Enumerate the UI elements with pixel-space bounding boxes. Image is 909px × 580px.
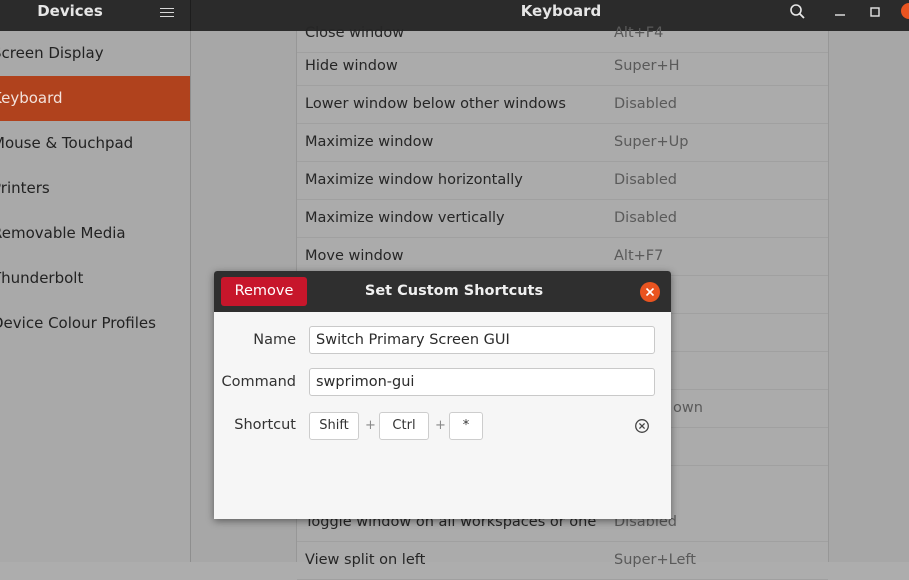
- shortcut-name: Lower window below other windows: [305, 96, 566, 112]
- sidebar-item-device-colour-profiles[interactable]: Device Colour Profiles: [0, 301, 190, 346]
- menu-icon[interactable]: [160, 5, 174, 19]
- sidebar-item-keyboard[interactable]: Keyboard: [0, 76, 190, 121]
- shortcut-row[interactable]: Maximize window Super+Up: [297, 123, 828, 162]
- shortcut-name: Maximize window horizontally: [305, 172, 523, 188]
- sidebar-item-label: Removable Media: [0, 224, 126, 242]
- shortcut-accel: Super+H: [614, 58, 680, 74]
- key-separator: +: [435, 418, 446, 433]
- shortcut-key[interactable]: Shift: [309, 412, 359, 440]
- shortcut-name: Hide window: [305, 58, 398, 74]
- shortcut-accel: Disabled: [614, 210, 677, 226]
- remove-button[interactable]: Remove: [221, 277, 307, 306]
- sidebar: Screen Display Keyboard Mouse & Touchpad…: [0, 31, 191, 562]
- shortcut-accel: Super+Up: [614, 134, 689, 150]
- shortcut-name: Move window: [305, 248, 404, 264]
- window-close-icon[interactable]: [901, 3, 909, 19]
- shortcut-name: View split on left: [305, 552, 426, 568]
- sidebar-item-printers[interactable]: Printers: [0, 166, 190, 211]
- shortcut-row[interactable]: Maximize window horizontally Disabled: [297, 161, 828, 200]
- shortcut-row[interactable]: View split on left Super+Left: [297, 541, 828, 580]
- key-separator: +: [365, 418, 376, 433]
- custom-shortcut-dialog: Remove Set Custom Shortcuts Name Command…: [214, 271, 671, 519]
- shortcut-key[interactable]: *: [449, 412, 483, 440]
- shortcut-key[interactable]: Ctrl: [379, 412, 429, 440]
- sidebar-header: Devices: [0, 0, 191, 31]
- sidebar-title: Devices: [37, 2, 103, 20]
- sidebar-item-label: Device Colour Profiles: [0, 314, 156, 332]
- shortcut-accel: Disabled: [614, 96, 677, 112]
- shortcut-name: Maximize window: [305, 134, 434, 150]
- shortcut-accel: Alt+F7: [614, 248, 664, 264]
- shortcut-accel: Disabled: [614, 172, 677, 188]
- sidebar-item-label: Mouse & Touchpad: [0, 134, 134, 152]
- shortcut-row[interactable]: Hide window Super+H: [297, 47, 828, 86]
- command-label: Command: [221, 374, 296, 390]
- shortcut-row[interactable]: Maximize window vertically Disabled: [297, 199, 828, 238]
- shortcut-accel: own: [673, 400, 703, 416]
- sidebar-item-label: Keyboard: [0, 89, 63, 107]
- close-icon[interactable]: [640, 282, 660, 302]
- shortcut-label: Shortcut: [234, 417, 296, 433]
- sidebar-item-label: Thunderbolt: [0, 269, 84, 287]
- shortcut-name: Maximize window vertically: [305, 210, 505, 226]
- sidebar-item-label: Screen Display: [0, 44, 104, 62]
- clear-shortcut-icon[interactable]: [634, 418, 650, 434]
- dialog-title: Set Custom Shortcuts: [364, 283, 544, 299]
- command-field[interactable]: [309, 368, 655, 396]
- maximize-icon[interactable]: [863, 0, 887, 23]
- shortcut-accel: Super+Left: [614, 552, 696, 568]
- sidebar-item-screen-display[interactable]: Screen Display: [0, 31, 190, 76]
- name-label: Name: [253, 332, 296, 348]
- minimize-icon[interactable]: [828, 0, 852, 23]
- shortcut-row[interactable]: Lower window below other windows Disabled: [297, 85, 828, 124]
- sidebar-item-label: Printers: [0, 179, 50, 197]
- sidebar-item-mouse-touchpad[interactable]: Mouse & Touchpad: [0, 121, 190, 166]
- name-field[interactable]: [309, 326, 655, 354]
- sidebar-item-removable-media[interactable]: Removable Media: [0, 211, 190, 256]
- sidebar-item-thunderbolt[interactable]: Thunderbolt: [0, 256, 190, 301]
- dialog-header: Remove Set Custom Shortcuts: [214, 271, 671, 312]
